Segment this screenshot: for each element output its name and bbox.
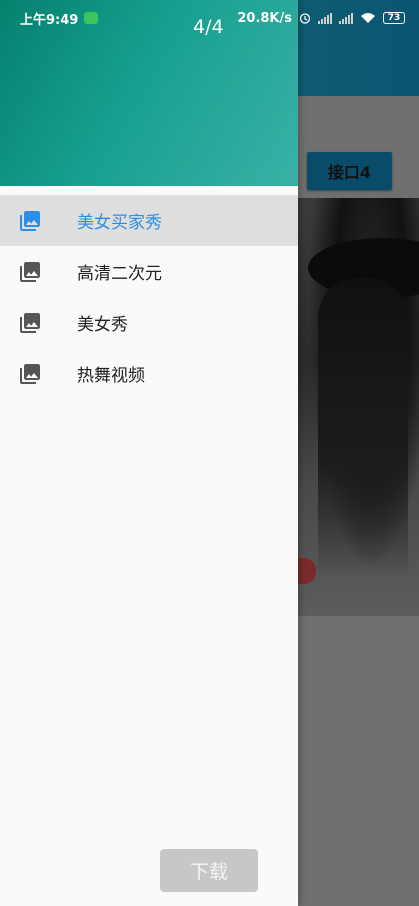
page-indicator: 4/4 (193, 16, 224, 38)
signal-hd-icon (339, 12, 353, 24)
wechat-notification-icon (84, 12, 99, 24)
menu-item-3[interactable]: 热舞视频 (0, 348, 298, 399)
signal-icon (318, 12, 332, 24)
alarm-icon (299, 13, 311, 24)
menu-item-label: 高清二次元 (77, 264, 162, 284)
menu-item-0[interactable]: 美女买家秀 (0, 195, 298, 246)
menu-item-1[interactable]: 高清二次元 (0, 246, 298, 297)
photo-library-icon (20, 364, 40, 384)
photo-image[interactable] (298, 198, 419, 616)
menu-item-label: 美女秀 (77, 315, 128, 335)
photo-library-icon (20, 262, 40, 282)
hair-shape (318, 278, 408, 578)
menu-item-label: 热舞视频 (77, 366, 145, 386)
status-right: 20.8K/s 73 (237, 11, 405, 26)
photo-library-icon (20, 313, 40, 333)
network-speed: 20.8K/s (237, 10, 292, 26)
drawer-menu: 美女买家秀 高清二次元 美女秀 热舞视频 (0, 195, 298, 399)
navigation-drawer: 美女买家秀 高清二次元 美女秀 热舞视频 (0, 0, 298, 906)
wifi-icon (361, 13, 375, 23)
battery-icon: 73 (383, 12, 405, 24)
api-4-button[interactable]: 接口4 (307, 152, 392, 190)
status-left: 上午9:49 (20, 9, 99, 28)
photo-library-icon (20, 211, 40, 231)
lip-shape (298, 558, 316, 584)
menu-item-label: 美女买家秀 (77, 213, 162, 233)
download-button[interactable]: 下载 (160, 849, 258, 892)
menu-item-2[interactable]: 美女秀 (0, 297, 298, 348)
status-time: 上午9:49 (20, 12, 79, 28)
